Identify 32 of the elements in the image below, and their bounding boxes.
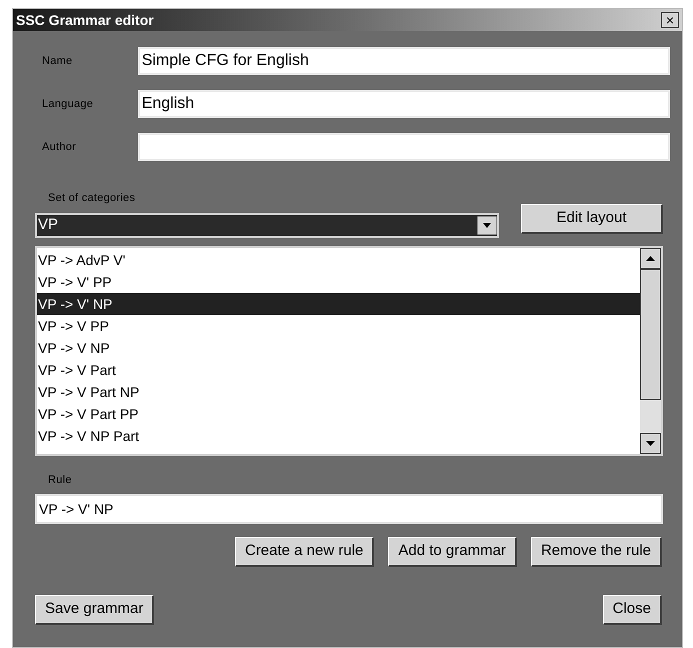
rule-action-button[interactable]: Remove the rule: [530, 537, 662, 567]
scroll-down-icon[interactable]: [640, 432, 661, 454]
dropdown-arrow-icon: [477, 216, 497, 234]
window-title: SSC Grammar editor: [16, 10, 154, 30]
text-field[interactable]: [138, 133, 670, 161]
scrollbar[interactable]: [640, 248, 661, 454]
field-label: Language: [42, 96, 94, 112]
text-field[interactable]: English: [138, 90, 670, 118]
rule-list-item[interactable]: VP -> V NP: [37, 336, 640, 358]
field-label: Name: [42, 54, 74, 69]
scroll-thumb[interactable]: [640, 268, 661, 400]
rule-list-item[interactable]: VP -> V' NP: [37, 292, 640, 314]
rule-list-item[interactable]: VP -> V NP Part: [37, 424, 640, 446]
close-button[interactable]: ×: [661, 12, 679, 28]
rule-list-item[interactable]: VP -> V Part: [37, 358, 640, 380]
rule-action-button[interactable]: Add to grammar: [388, 537, 517, 567]
rule-list-item[interactable]: VP -> V' PP: [37, 270, 640, 292]
rule-field[interactable]: VP -> V' NP: [35, 494, 663, 524]
rule-list-item[interactable]: VP -> V PP: [37, 314, 640, 336]
rule-label: Rule: [48, 472, 73, 488]
scroll-up-icon[interactable]: [640, 248, 661, 268]
rule-action-button[interactable]: Create a new rule: [234, 537, 374, 567]
close-dialog-button[interactable]: Close: [602, 595, 662, 625]
save-button[interactable]: Save grammar: [35, 595, 154, 625]
text-field[interactable]: Simple CFG for English: [138, 47, 670, 75]
rule-list-item[interactable]: VP -> V Part NP: [37, 380, 640, 402]
edit-layout-button[interactable]: Edit layout: [521, 204, 663, 234]
field-label: Author: [42, 140, 78, 155]
rule-list-item[interactable]: VP -> V Part PP: [37, 402, 640, 424]
rule-list-item[interactable]: VP -> AdvP V': [37, 248, 640, 270]
categories-label: Set of categories: [48, 191, 136, 206]
category-dropdown[interactable]: VP: [35, 212, 499, 238]
